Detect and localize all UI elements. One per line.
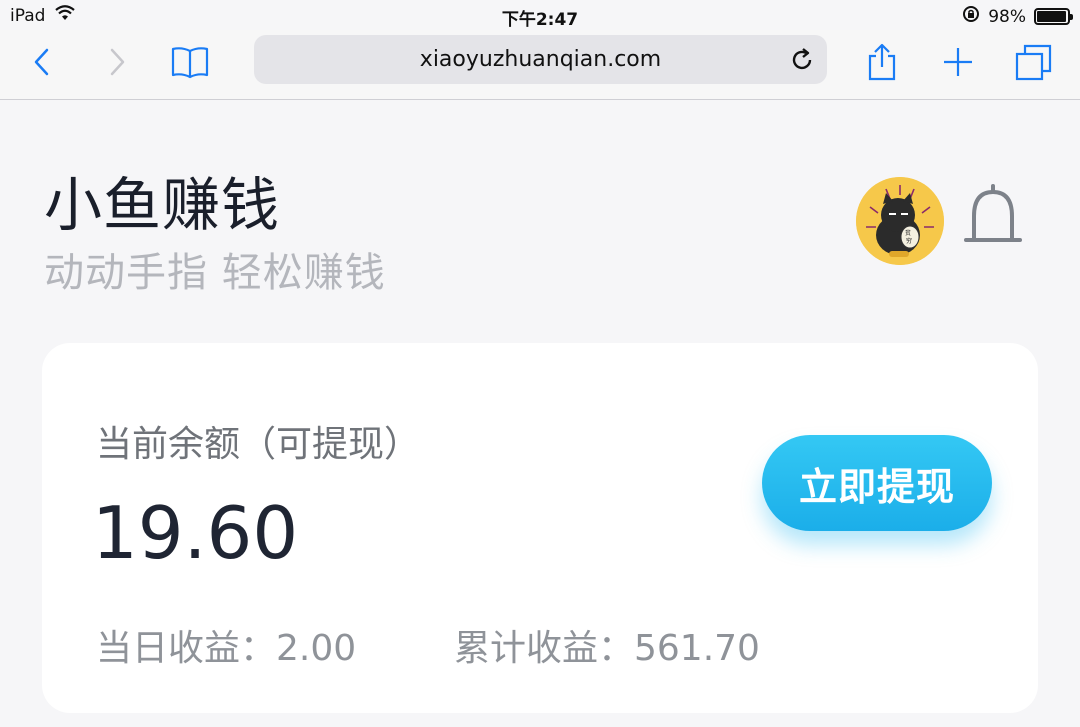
page-subtitle: 动动手指 轻松赚钱 [44, 250, 386, 296]
tabs-icon [1015, 44, 1052, 81]
share-icon [868, 43, 896, 81]
status-time: 下午2:47 [501, 10, 579, 30]
back-button[interactable] [20, 42, 64, 82]
page-title: 小鱼赚钱 [44, 171, 281, 239]
battery-percent: 98% [988, 6, 1026, 27]
battery-icon [1034, 8, 1073, 25]
back-icon [34, 48, 49, 76]
new-tab-icon [944, 48, 972, 76]
status-bar: iPad 下午2:47 98% [0, 0, 1080, 30]
battery-fill [1037, 11, 1067, 22]
balance-amount: 19.60 [92, 491, 299, 575]
url-text: xiaoyuzhuanqian.com [419, 47, 662, 72]
share-button[interactable] [860, 42, 904, 82]
total-earnings: 累计收益：561.70 [454, 628, 760, 669]
address-bar[interactable]: xiaoyuzhuanqian.com [254, 35, 827, 84]
svg-text:贫: 贫 [905, 229, 911, 237]
forward-button[interactable] [95, 42, 139, 82]
forward-icon [110, 48, 125, 76]
new-tab-button[interactable] [936, 42, 980, 82]
avatar[interactable]: 贫 穷 [856, 177, 944, 265]
bookmarks-icon [171, 47, 209, 79]
withdraw-button[interactable]: 立即提现 [762, 435, 992, 531]
rotation-lock-icon [962, 5, 980, 28]
balance-card: 当前余额（可提现） 19.60 立即提现 当日收益：2.00 累计收益：561.… [42, 343, 1038, 713]
earnings-stats: 当日收益：2.00 累计收益：561.70 [96, 619, 760, 671]
today-earnings: 当日收益：2.00 [96, 628, 357, 669]
browser-toolbar: xiaoyuzhuanqian.com [0, 30, 1080, 100]
bookmarks-button[interactable] [168, 42, 212, 82]
tabs-button[interactable] [1012, 42, 1056, 82]
balance-label: 当前余额（可提现） [96, 424, 421, 465]
bell-icon[interactable] [962, 182, 1024, 248]
svg-text:穷: 穷 [906, 237, 912, 245]
reload-icon [792, 48, 812, 70]
reload-button[interactable] [789, 47, 815, 73]
